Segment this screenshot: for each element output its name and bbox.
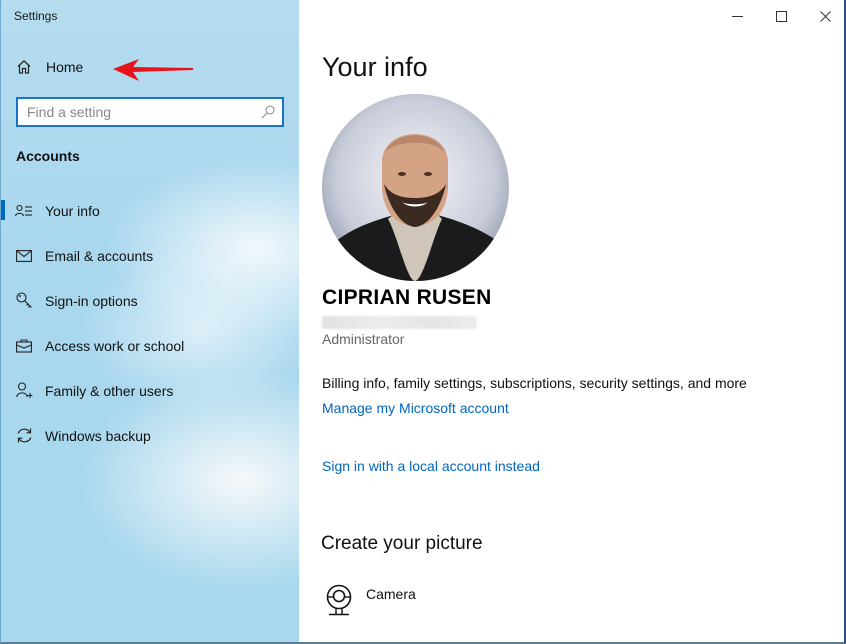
sidebar-item-label: Email & accounts <box>45 247 154 264</box>
user-name: CIPRIAN RUSEN <box>322 286 492 309</box>
home-label: Home <box>46 59 84 75</box>
sync-icon <box>15 427 33 445</box>
camera-label: Camera <box>366 586 416 602</box>
sidebar-item-label: Family & other users <box>45 382 174 399</box>
search-input[interactable] <box>18 103 260 121</box>
sidebar-item-family-other-users[interactable]: Family & other users <box>1 368 299 413</box>
close-icon <box>819 10 831 22</box>
search-box[interactable] <box>16 97 284 127</box>
create-picture-heading: Create your picture <box>321 533 483 554</box>
sidebar-item-label: Windows backup <box>45 427 151 444</box>
email-redacted <box>322 316 477 329</box>
maximize-icon <box>775 10 787 22</box>
selected-indicator <box>1 200 5 220</box>
avatar <box>322 94 509 281</box>
page-title: Your info <box>322 52 428 82</box>
camera-icon <box>326 584 352 616</box>
mail-icon <box>15 247 33 265</box>
sidebar-item-windows-backup[interactable]: Windows backup <box>1 413 299 458</box>
key-icon <box>15 292 33 310</box>
home-nav-item[interactable]: Home <box>15 58 83 76</box>
sidebar-item-label: Access work or school <box>45 337 185 354</box>
billing-description: Billing info, family settings, subscript… <box>322 375 747 391</box>
manage-microsoft-account-link[interactable]: Manage my Microsoft account <box>322 400 509 416</box>
app-title: Settings <box>14 9 58 23</box>
red-arrow-annotation <box>113 59 193 81</box>
sidebar: Settings Home Accounts Your info <box>1 0 299 642</box>
sidebar-item-label: Sign-in options <box>45 292 138 309</box>
briefcase-icon <box>15 337 33 355</box>
person-add-icon <box>15 382 33 400</box>
home-icon <box>15 58 33 76</box>
user-role: Administrator <box>322 331 405 347</box>
camera-option[interactable]: Camera <box>325 584 416 616</box>
sidebar-nav: Your info Email & accounts Sign-in optio… <box>1 188 299 458</box>
search-icon[interactable] <box>260 104 276 120</box>
minimize-button[interactable] <box>715 0 759 32</box>
sidebar-item-your-info[interactable]: Your info <box>1 188 299 233</box>
local-account-link[interactable]: Sign in with a local account instead <box>322 458 540 474</box>
sidebar-item-label: Your info <box>45 202 100 219</box>
sidebar-item-access-work-school[interactable]: Access work or school <box>1 323 299 368</box>
main-content: Your info CIPRIAN RUSEN Administrator Bi… <box>299 0 844 642</box>
minimize-icon <box>731 15 743 17</box>
person-list-icon <box>15 202 33 220</box>
section-title: Accounts <box>16 148 80 164</box>
sidebar-item-email-accounts[interactable]: Email & accounts <box>1 233 299 278</box>
settings-window: Settings Home Accounts Your info <box>0 0 846 644</box>
close-button[interactable] <box>803 0 844 32</box>
sidebar-item-sign-in-options[interactable]: Sign-in options <box>1 278 299 323</box>
maximize-button[interactable] <box>759 0 803 32</box>
